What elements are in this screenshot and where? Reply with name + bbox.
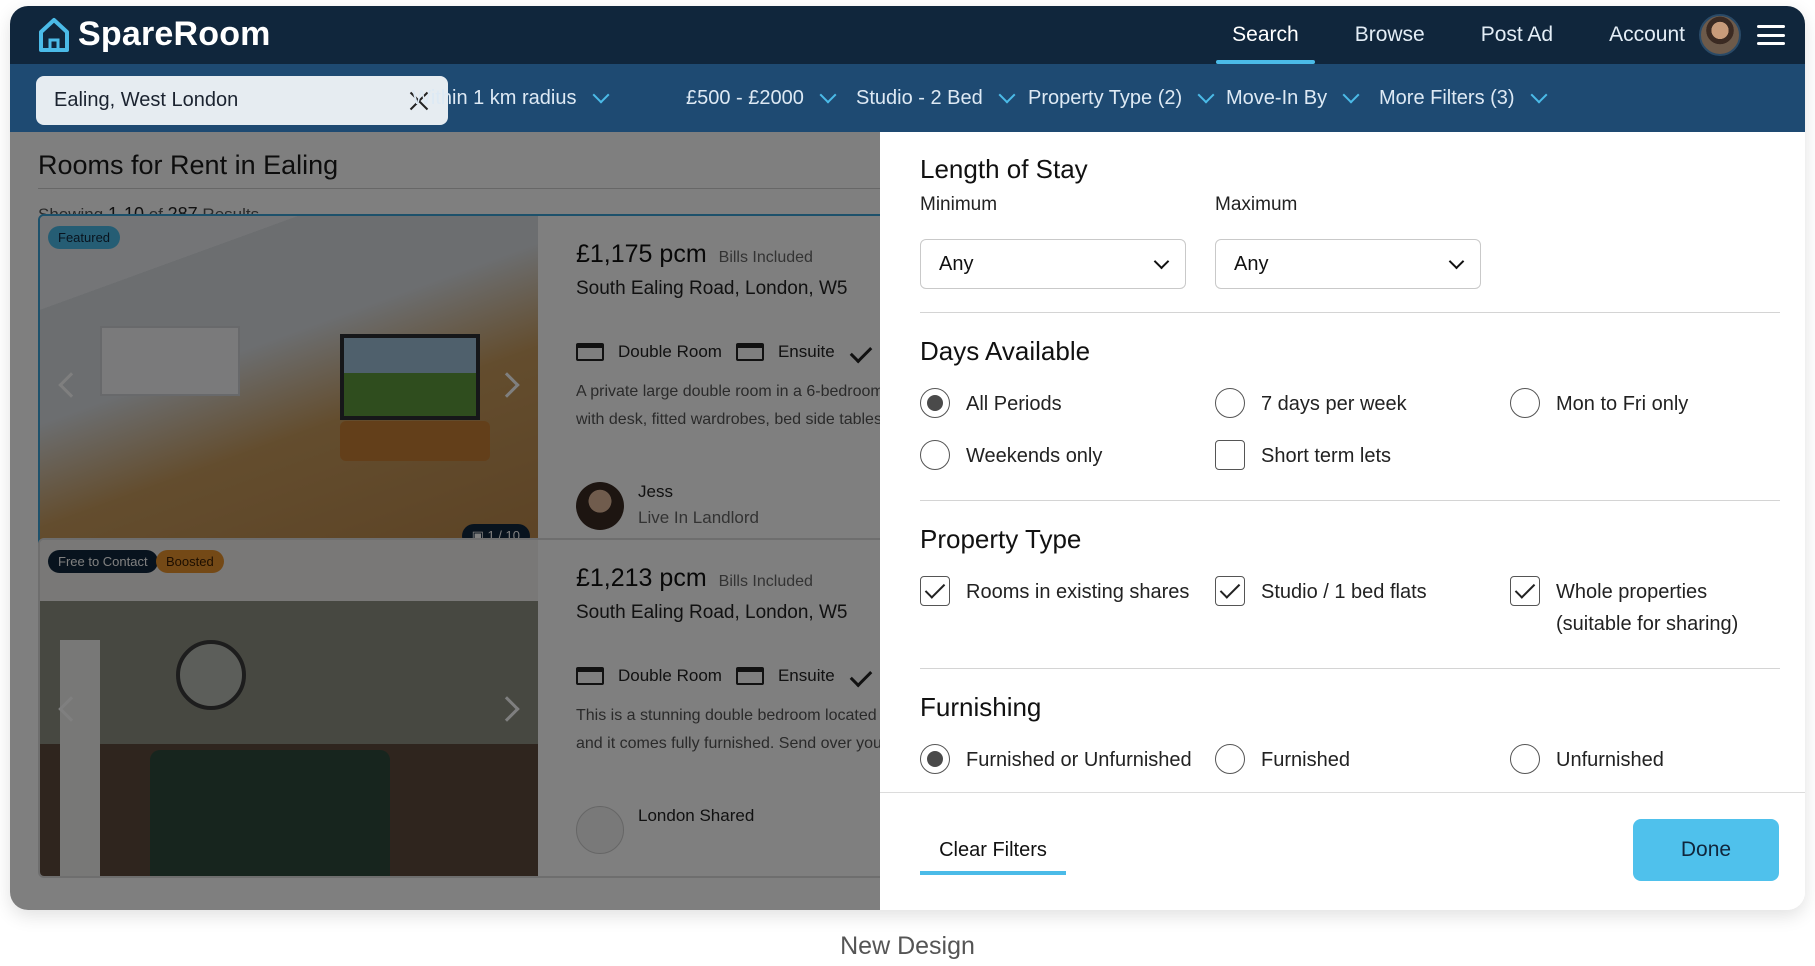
- radio[interactable]: [1510, 744, 1540, 774]
- chevron-down-icon: [1153, 253, 1170, 269]
- done-button[interactable]: Done: [1633, 819, 1779, 881]
- option-unfurnished[interactable]: Unfurnished: [1510, 744, 1664, 776]
- chevron-down-icon: [998, 86, 1016, 104]
- chevron-down-icon: [1197, 86, 1215, 104]
- nav-account[interactable]: Account: [1581, 6, 1741, 64]
- logo-text: SpareRoom: [78, 15, 271, 53]
- move-in-filter-label: Move-In By: [1226, 86, 1328, 109]
- chevron-down-icon: [592, 86, 609, 104]
- more-filters-label: More Filters (3): [1379, 86, 1515, 109]
- checkbox[interactable]: [1215, 440, 1245, 470]
- property-type-filter[interactable]: Property Type (2): [1028, 64, 1215, 132]
- option-whole-properties[interactable]: Whole properties (suitable for sharing): [1510, 576, 1738, 640]
- min-stay-select[interactable]: Any: [920, 239, 1186, 289]
- property-type-filter-label: Property Type (2): [1028, 86, 1183, 109]
- clear-filters-button[interactable]: Clear Filters: [920, 829, 1066, 875]
- property-type-title: Property Type: [920, 524, 1082, 554]
- app-frame: SpareRoom Search Browse Post Ad Account …: [10, 6, 1805, 910]
- radius-filter[interactable]: Within 1 km radius: [412, 64, 609, 132]
- radio[interactable]: [1215, 388, 1245, 418]
- option-rooms-in-shares[interactable]: Rooms in existing shares: [920, 576, 1189, 608]
- move-in-filter[interactable]: Move-In By: [1226, 64, 1360, 132]
- radio[interactable]: [1215, 744, 1245, 774]
- location-value: Ealing, West London: [54, 89, 239, 111]
- chevron-down-icon: [1342, 86, 1360, 104]
- more-filters[interactable]: More Filters (3): [1379, 64, 1548, 132]
- option-furnished-or-unfurnished[interactable]: Furnished or Unfurnished: [920, 744, 1192, 776]
- radio[interactable]: [1510, 388, 1540, 418]
- panel-footer: Clear Filters Done: [880, 792, 1805, 910]
- option-7-days[interactable]: 7 days per week: [1215, 388, 1407, 420]
- option-mon-to-fri[interactable]: Mon to Fri only: [1510, 388, 1688, 420]
- nav-account-label: Account: [1609, 23, 1685, 46]
- logo[interactable]: SpareRoom: [38, 15, 271, 54]
- checkbox-checked[interactable]: [1510, 576, 1540, 606]
- hamburger-menu-icon[interactable]: [1757, 25, 1785, 45]
- checkbox-checked[interactable]: [1215, 576, 1245, 606]
- furnishing-title: Furnishing: [920, 692, 1042, 722]
- days-available-title: Days Available: [920, 336, 1091, 366]
- option-weekends[interactable]: Weekends only: [920, 440, 1102, 472]
- option-furnished[interactable]: Furnished: [1215, 744, 1350, 776]
- beds-filter-label: Studio - 2 Bed: [856, 86, 983, 109]
- divider: [920, 312, 1780, 313]
- filters-panel: Length of Stay Minimum Maximum Any Any D…: [880, 132, 1805, 910]
- checkbox-checked[interactable]: [920, 576, 950, 606]
- main-nav: Search Browse Post Ad Account: [1204, 6, 1741, 64]
- user-avatar[interactable]: [1699, 14, 1741, 56]
- maximum-label: Maximum: [1215, 194, 1298, 215]
- radio[interactable]: [920, 440, 950, 470]
- price-filter-label: £500 - £2000: [686, 86, 804, 109]
- divider: [920, 668, 1780, 669]
- beds-filter[interactable]: Studio - 2 Bed: [856, 64, 1016, 132]
- chevron-down-icon: [819, 86, 837, 104]
- divider: [920, 500, 1780, 501]
- chevron-down-icon: [1448, 253, 1465, 269]
- radio-selected[interactable]: [920, 388, 950, 418]
- nav-search[interactable]: Search: [1204, 6, 1327, 64]
- option-all-periods[interactable]: All Periods: [920, 388, 1062, 420]
- option-studio-flats[interactable]: Studio / 1 bed flats: [1215, 576, 1427, 608]
- caption: New Design: [840, 932, 975, 960]
- radio-selected[interactable]: [920, 744, 950, 774]
- minimum-label: Minimum: [920, 194, 998, 215]
- location-search-input[interactable]: Ealing, West London: [36, 76, 448, 125]
- option-short-term[interactable]: Short term lets: [1215, 440, 1391, 472]
- nav-post-ad[interactable]: Post Ad: [1453, 6, 1581, 64]
- house-logo-icon: [39, 17, 69, 52]
- radius-filter-label: Within 1 km radius: [412, 86, 577, 109]
- filter-bar: Ealing, West London Within 1 km radius £…: [10, 64, 1805, 132]
- price-filter[interactable]: £500 - £2000: [686, 64, 837, 132]
- modal-overlay[interactable]: [10, 132, 890, 910]
- chevron-down-icon: [1530, 86, 1548, 104]
- length-of-stay-title: Length of Stay: [920, 154, 1088, 184]
- top-navbar: SpareRoom Search Browse Post Ad Account: [10, 6, 1805, 64]
- nav-browse[interactable]: Browse: [1327, 6, 1453, 64]
- max-stay-select[interactable]: Any: [1215, 239, 1481, 289]
